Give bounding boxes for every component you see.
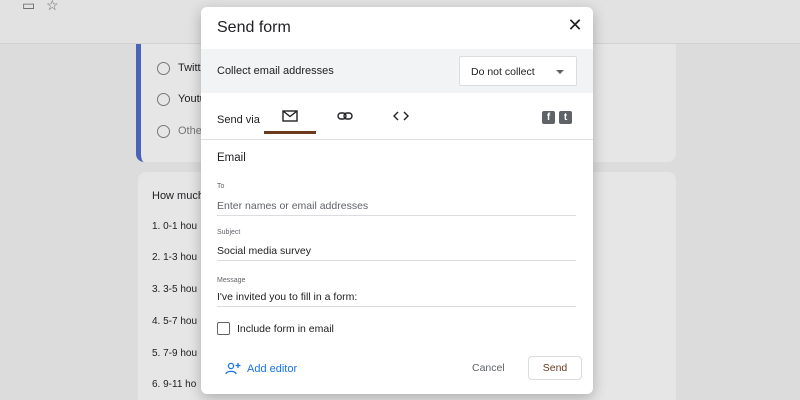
tab-email[interactable] bbox=[264, 105, 316, 134]
tab-link[interactable] bbox=[319, 105, 371, 134]
list-item: 6. 9-11 ho bbox=[152, 379, 197, 390]
list-item: 5. 7-9 hou bbox=[152, 348, 198, 359]
facebook-icon[interactable]: f bbox=[542, 111, 555, 124]
include-form-row[interactable]: Include form in email bbox=[217, 322, 334, 335]
embed-icon bbox=[393, 111, 409, 121]
include-form-checkbox[interactable] bbox=[217, 322, 230, 335]
email-icon bbox=[282, 110, 298, 122]
add-editor-label: Add editor bbox=[247, 362, 298, 375]
collect-email-dropdown[interactable]: Do not collect bbox=[459, 56, 577, 86]
radio-button[interactable] bbox=[157, 92, 170, 106]
link-icon bbox=[337, 112, 353, 120]
section-title-email: Email bbox=[217, 152, 246, 164]
subject-input[interactable]: Social media survey bbox=[217, 241, 576, 261]
dropdown-arrow-icon bbox=[556, 70, 564, 74]
send-via-row: Send via f t bbox=[201, 105, 593, 135]
list-item: 1. 0-1 hou bbox=[152, 221, 198, 232]
list-item: 2. 1-3 hou bbox=[152, 252, 198, 263]
twitter-icon[interactable]: t bbox=[559, 111, 572, 124]
to-label: To bbox=[217, 183, 225, 190]
send-form-dialog: Send form ✕ Collect email addresses Do n… bbox=[201, 7, 593, 394]
subject-label: Subject bbox=[217, 229, 241, 236]
message-input[interactable]: I've invited you to fill in a form: bbox=[217, 287, 576, 307]
collect-email-value: Do not collect bbox=[471, 66, 535, 78]
list-item: 3. 3-5 hou bbox=[152, 284, 198, 295]
tab-embed[interactable] bbox=[375, 105, 427, 134]
collect-email-row: Collect email addresses Do not collect bbox=[201, 49, 593, 93]
share-icons: f t bbox=[542, 111, 572, 124]
message-label: Message bbox=[217, 277, 246, 284]
radio-button[interactable] bbox=[157, 61, 170, 75]
send-via-label: Send via bbox=[217, 114, 260, 126]
to-input[interactable]: Enter names or email addresses bbox=[217, 196, 576, 216]
close-icon[interactable]: ✕ bbox=[565, 15, 585, 35]
send-button[interactable]: Send bbox=[528, 356, 582, 380]
radio-button[interactable] bbox=[157, 124, 170, 138]
collect-email-label: Collect email addresses bbox=[217, 65, 334, 77]
cancel-button[interactable]: Cancel bbox=[472, 362, 505, 374]
list-item: 4. 5-7 hou bbox=[152, 316, 198, 327]
question-title: How much bbox=[152, 190, 204, 202]
divider bbox=[201, 139, 593, 140]
folder-icon[interactable]: ▭ bbox=[22, 0, 35, 12]
dialog-title: Send form bbox=[217, 19, 291, 36]
include-form-label: Include form in email bbox=[237, 322, 334, 335]
add-person-icon bbox=[225, 362, 241, 375]
star-icon[interactable]: ☆ bbox=[46, 0, 59, 12]
add-editor-button[interactable]: Add editor bbox=[225, 362, 297, 375]
